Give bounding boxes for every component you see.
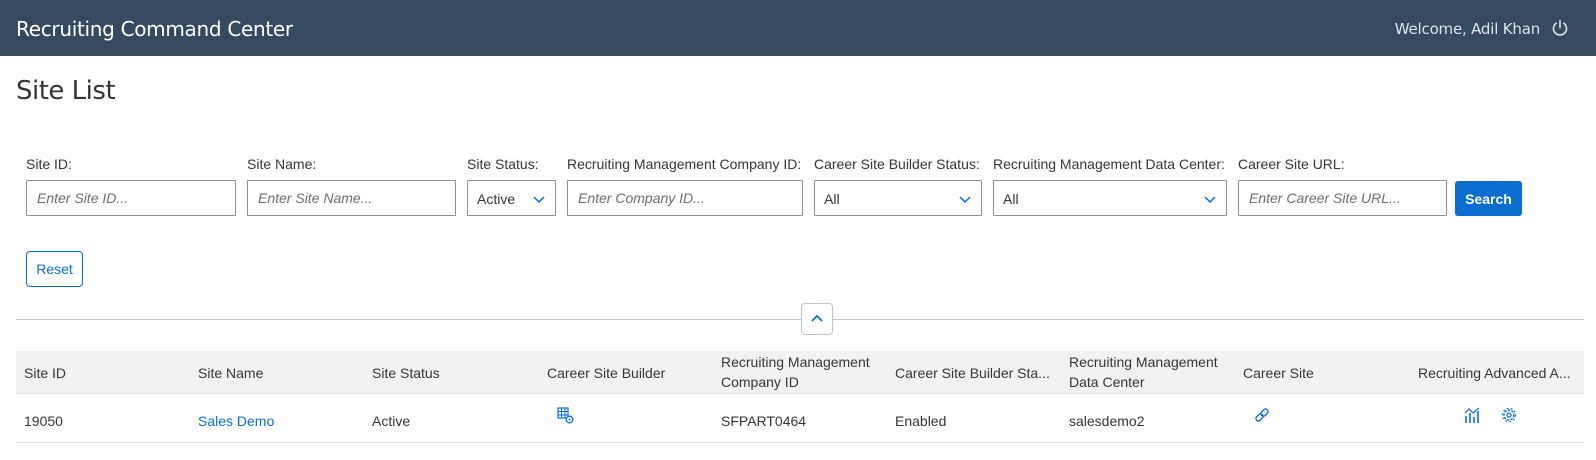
column-header-rm-data-center[interactable]: Recruiting Management Data Center — [1069, 352, 1229, 392]
builder-status-value: All — [824, 191, 840, 207]
cell-site-status: Active — [372, 413, 411, 429]
site-builder-icon[interactable] — [557, 407, 575, 425]
career-url-input[interactable] — [1238, 180, 1447, 216]
analytics-icon[interactable] — [1464, 407, 1482, 425]
site-name-link[interactable]: Sales Demo — [198, 413, 274, 429]
column-header-builder-status[interactable]: Career Site Builder Sta... — [895, 363, 1050, 383]
collapse-filters-button[interactable] — [801, 303, 833, 335]
data-center-value: All — [1003, 191, 1019, 207]
company-id-input[interactable] — [567, 180, 803, 216]
chevron-up-icon — [811, 314, 823, 322]
career-url-label: Career Site URL: — [1238, 156, 1345, 172]
filter-divider — [16, 319, 1584, 320]
site-id-label: Site ID: — [26, 156, 72, 172]
builder-status-select[interactable]: All — [814, 180, 982, 216]
site-status-label: Site Status: — [467, 156, 539, 172]
column-header-site-id[interactable]: Site ID — [24, 363, 66, 383]
column-header-rm-company-id[interactable]: Recruiting Management Company ID — [721, 352, 881, 392]
site-name-label: Site Name: — [247, 156, 317, 172]
company-id-label: Recruiting Management Company ID: — [567, 156, 802, 172]
cell-rm-company-id: SFPART0464 — [721, 413, 807, 429]
table-row: 19050 Sales Demo Active SFPART0464 Enabl… — [16, 395, 1584, 443]
welcome-text: Welcome, Adil Khan — [1394, 20, 1540, 38]
column-header-site-name[interactable]: Site Name — [198, 363, 263, 383]
app-title: Recruiting Command Center — [16, 17, 293, 41]
power-icon[interactable] — [1551, 19, 1569, 37]
chevron-down-icon — [1204, 196, 1216, 204]
cell-builder-status: Enabled — [895, 413, 947, 429]
column-header-recruiting-advanced[interactable]: Recruiting Advanced A... — [1418, 363, 1571, 383]
site-status-select[interactable]: Active — [467, 180, 556, 216]
shell-bar: Recruiting Command Center Welcome, Adil … — [0, 0, 1596, 56]
page-title: Site List — [16, 76, 116, 106]
chevron-down-icon — [959, 196, 971, 204]
column-header-site-status[interactable]: Site Status — [372, 363, 440, 383]
data-center-select[interactable]: All — [993, 180, 1227, 216]
site-status-value: Active — [477, 191, 516, 207]
reset-button[interactable]: Reset — [26, 251, 83, 287]
link-icon[interactable] — [1253, 406, 1271, 424]
table-header: Site ID Site Name Site Status Career Sit… — [16, 351, 1584, 394]
chevron-down-icon — [533, 196, 545, 204]
settings-icon[interactable] — [1500, 406, 1518, 424]
search-button[interactable]: Search — [1455, 181, 1522, 216]
builder-status-label: Career Site Builder Status: — [814, 156, 980, 172]
site-name-input[interactable] — [247, 180, 456, 216]
data-center-label: Recruiting Management Data Center: — [993, 156, 1225, 172]
cell-rm-data-center: salesdemo2 — [1069, 413, 1145, 429]
column-header-career-site[interactable]: Career Site — [1243, 363, 1314, 383]
column-header-career-site-builder[interactable]: Career Site Builder — [547, 363, 665, 383]
site-id-input[interactable] — [26, 180, 236, 216]
cell-site-id: 19050 — [24, 413, 63, 429]
